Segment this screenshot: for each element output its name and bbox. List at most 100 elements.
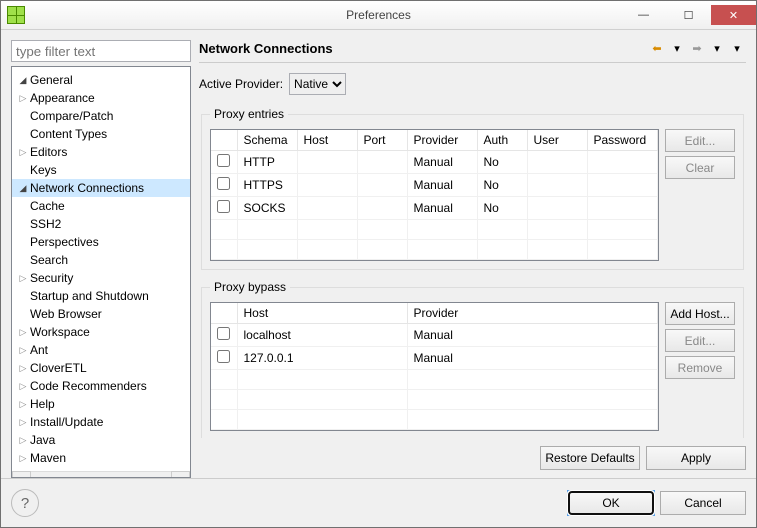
dialog-footer: ? OK Cancel <box>1 478 756 527</box>
help-icon[interactable]: ? <box>11 489 39 517</box>
tree-spacer <box>16 217 30 231</box>
column-header[interactable]: Auth <box>477 130 527 151</box>
row-checkbox[interactable] <box>217 327 230 340</box>
tree-node[interactable]: Search <box>12 251 190 269</box>
column-header[interactable]: User <box>527 130 587 151</box>
table-row[interactable]: HTTPSManualNo <box>211 174 658 197</box>
ok-button[interactable]: OK <box>568 491 654 515</box>
column-header[interactable]: Provider <box>407 303 658 324</box>
table-row[interactable]: HTTPManualNo <box>211 151 658 174</box>
proxy-entries-table[interactable]: SchemaHostPortProviderAuthUserPasswordHT… <box>210 129 659 261</box>
bypass-remove-button[interactable]: Remove <box>665 356 735 379</box>
tree-node[interactable]: Content Types <box>12 125 190 143</box>
column-header[interactable]: Password <box>587 130 658 151</box>
minimize-button[interactable]: — <box>621 5 666 25</box>
tree-spacer <box>16 235 30 249</box>
proxy-edit-button[interactable]: Edit... <box>665 129 735 152</box>
back-icon[interactable]: ⬅ <box>648 40 666 56</box>
tree-spacer <box>16 307 30 321</box>
tree-node[interactable]: ◢Network Connections <box>12 179 190 197</box>
chevron-down-icon[interactable]: ◢ <box>16 73 30 87</box>
preference-tree[interactable]: ◢General▷AppearanceCompare/Patch Content … <box>11 66 191 478</box>
tree-node-label: Cache <box>30 199 65 213</box>
tree-node[interactable]: ▷Workspace <box>12 323 190 341</box>
tree-node[interactable]: Web Browser <box>12 305 190 323</box>
tree-node[interactable]: SSH2 <box>12 215 190 233</box>
row-checkbox[interactable] <box>217 154 230 167</box>
table-row-empty <box>211 390 658 410</box>
close-button[interactable]: ✕ <box>711 5 756 25</box>
chevron-right-icon[interactable]: ▷ <box>16 343 30 357</box>
tree-node[interactable]: ◢General <box>12 71 190 89</box>
chevron-down-icon[interactable]: ◢ <box>16 181 30 195</box>
tree-node[interactable]: ▷Appearance <box>12 89 190 107</box>
maximize-button[interactable]: ☐ <box>666 5 711 25</box>
tree-node[interactable]: Startup and Shutdown <box>12 287 190 305</box>
tree-node-label: Content Types <box>30 127 107 141</box>
tree-node[interactable]: Compare/Patch <box>12 107 190 125</box>
chevron-right-icon[interactable]: ▷ <box>16 91 30 105</box>
tree-node[interactable]: ▷Java <box>12 431 190 449</box>
table-cell <box>527 151 587 174</box>
forward-icon[interactable]: ➡ <box>688 40 706 56</box>
tree-node[interactable]: ▷Code Recommenders <box>12 377 190 395</box>
tree-node-label: Java <box>30 433 55 447</box>
chevron-right-icon[interactable]: ▷ <box>16 145 30 159</box>
tree-node[interactable]: Perspectives <box>12 233 190 251</box>
apply-button[interactable]: Apply <box>646 446 746 470</box>
view-menu-icon[interactable]: ▾ <box>728 40 746 56</box>
row-checkbox[interactable] <box>217 177 230 190</box>
sidebar: ◢General▷AppearanceCompare/Patch Content … <box>11 40 191 478</box>
horizontal-scrollbar[interactable]: ◀ ▶ <box>12 471 190 478</box>
proxy-bypass-table[interactable]: HostProviderlocalhostManual127.0.0.1Manu… <box>210 302 659 431</box>
tree-node[interactable]: ▷CloverETL <box>12 359 190 377</box>
chevron-right-icon[interactable]: ▷ <box>16 397 30 411</box>
table-cell <box>527 197 587 220</box>
cancel-button[interactable]: Cancel <box>660 491 746 515</box>
table-cell <box>297 174 357 197</box>
table-cell: Manual <box>407 151 477 174</box>
scroll-left-icon[interactable]: ◀ <box>12 471 31 478</box>
bypass-edit-button[interactable]: Edit... <box>665 329 735 352</box>
back-menu-icon[interactable]: ▾ <box>668 40 686 56</box>
column-header[interactable]: Schema <box>237 130 297 151</box>
titlebar: Preferences — ☐ ✕ <box>1 1 756 30</box>
column-header[interactable]: Provider <box>407 130 477 151</box>
row-checkbox[interactable] <box>217 350 230 363</box>
tree-node[interactable]: ▷Editors <box>12 143 190 161</box>
chevron-right-icon[interactable]: ▷ <box>16 415 30 429</box>
table-row[interactable]: localhostManual <box>211 324 658 347</box>
table-cell: Manual <box>407 174 477 197</box>
column-header[interactable]: Host <box>237 303 407 324</box>
chevron-right-icon[interactable]: ▷ <box>16 451 30 465</box>
tree-node[interactable]: Cache <box>12 197 190 215</box>
scroll-right-icon[interactable]: ▶ <box>171 471 190 478</box>
tree-node[interactable]: Keys <box>12 161 190 179</box>
tree-node[interactable]: ▷Ant <box>12 341 190 359</box>
chevron-right-icon[interactable]: ▷ <box>16 325 30 339</box>
tree-node-label: Web Browser <box>30 307 102 321</box>
column-header[interactable]: Host <box>297 130 357 151</box>
chevron-right-icon[interactable]: ▷ <box>16 271 30 285</box>
tree-node[interactable]: ▷Install/Update <box>12 413 190 431</box>
column-header[interactable]: Port <box>357 130 407 151</box>
chevron-right-icon[interactable]: ▷ <box>16 433 30 447</box>
tree-node[interactable]: ▷Security <box>12 269 190 287</box>
filter-input[interactable] <box>11 40 191 62</box>
row-checkbox[interactable] <box>217 200 230 213</box>
table-row-empty <box>211 220 658 240</box>
tree-node[interactable]: ▷Maven <box>12 449 190 467</box>
tree-node[interactable]: ▷Help <box>12 395 190 413</box>
dialog-body: ◢General▷AppearanceCompare/Patch Content … <box>1 30 756 478</box>
chevron-right-icon[interactable]: ▷ <box>16 361 30 375</box>
active-provider-select[interactable]: Native <box>289 73 346 95</box>
forward-menu-icon[interactable]: ▾ <box>708 40 726 56</box>
tree-node-label: SSH2 <box>30 217 61 231</box>
active-provider-label: Active Provider: <box>199 77 283 91</box>
table-row[interactable]: SOCKSManualNo <box>211 197 658 220</box>
table-row[interactable]: 127.0.0.1Manual <box>211 347 658 370</box>
restore-defaults-button[interactable]: Restore Defaults <box>540 446 640 470</box>
chevron-right-icon[interactable]: ▷ <box>16 379 30 393</box>
bypass-add-button[interactable]: Add Host... <box>665 302 735 325</box>
proxy-clear-button[interactable]: Clear <box>665 156 735 179</box>
